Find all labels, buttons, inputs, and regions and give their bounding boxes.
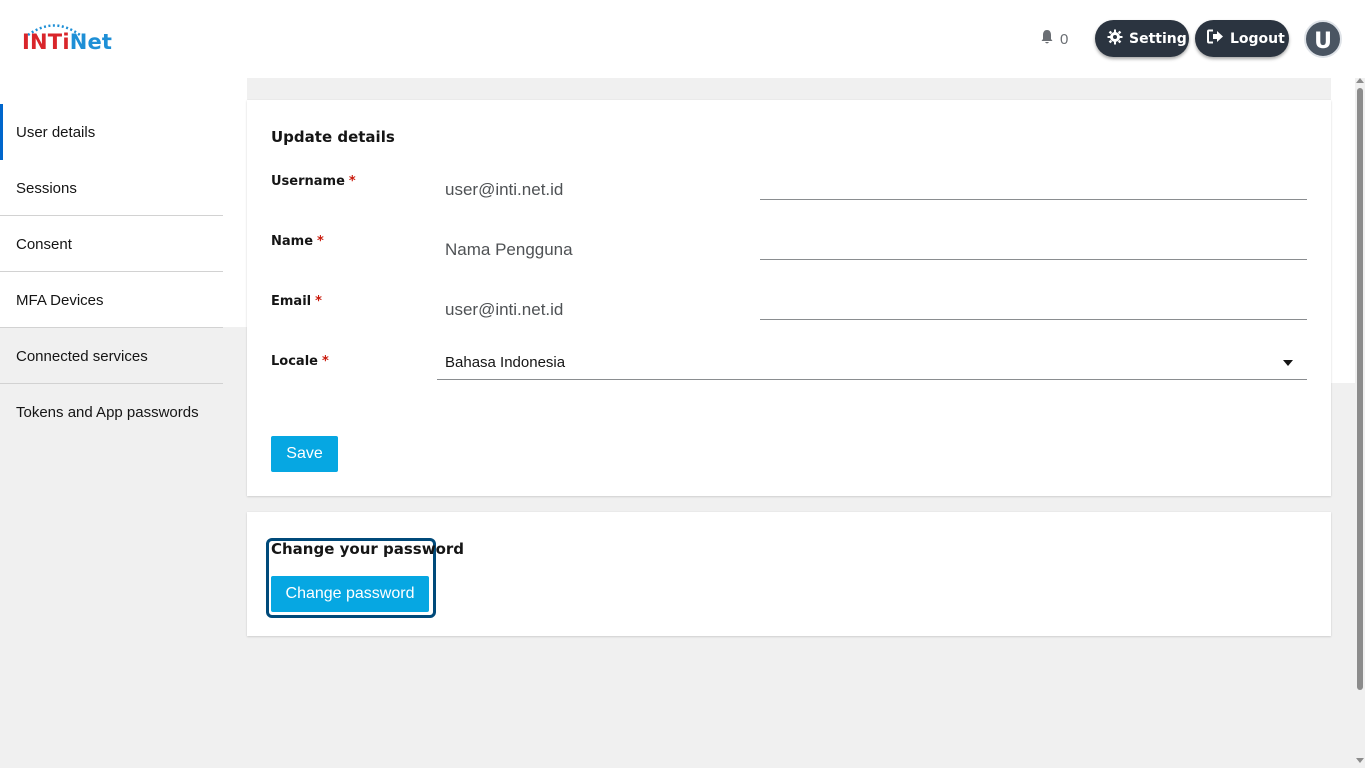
locale-label: Locale * xyxy=(271,354,329,369)
username-label: Username * xyxy=(271,174,356,189)
required-asterisk: * xyxy=(321,354,329,369)
notifications[interactable]: 0 xyxy=(1040,29,1068,49)
sidebar-item-mfa-devices[interactable]: MFA Devices xyxy=(0,272,223,328)
sidebar-item-label: Consent xyxy=(16,235,72,253)
required-asterisk: * xyxy=(348,174,356,189)
notification-count: 0 xyxy=(1060,30,1069,48)
bell-icon xyxy=(1040,29,1054,49)
setting-button[interactable]: Setting xyxy=(1095,20,1189,57)
name-label: Name * xyxy=(271,234,324,249)
scrollbar-thumb[interactable] xyxy=(1357,88,1363,690)
email-label: Email * xyxy=(271,294,322,309)
scroll-up-arrow-icon[interactable] xyxy=(1356,78,1364,83)
caret-down-icon xyxy=(1283,360,1293,366)
change-password-title: Change your password xyxy=(271,540,465,558)
sidebar-item-label: MFA Devices xyxy=(16,291,104,309)
user-avatar[interactable]: U xyxy=(1304,20,1342,58)
sidebar-item-consent[interactable]: Consent xyxy=(0,216,223,272)
sign-out-icon xyxy=(1207,29,1224,48)
email-field[interactable]: user@inti.net.id xyxy=(445,300,563,320)
email-label-text: Email xyxy=(271,294,312,309)
gear-icon xyxy=(1107,29,1123,49)
locale-selected-value: Bahasa Indonesia xyxy=(445,354,566,371)
sidebar-item-sessions[interactable]: Sessions xyxy=(0,160,223,216)
logout-button[interactable]: Logout xyxy=(1195,20,1289,57)
change-password-card: Change your password Change password xyxy=(247,512,1331,636)
username-field[interactable]: user@inti.net.id xyxy=(445,180,563,200)
sidebar-item-label: Sessions xyxy=(16,179,77,197)
locale-label-text: Locale xyxy=(271,354,318,369)
name-underline xyxy=(760,259,1307,260)
name-field[interactable]: Nama Pengguna xyxy=(445,240,573,260)
update-details-card: Update details Username * user@inti.net.i… xyxy=(247,100,1331,496)
scroll-down-arrow-icon[interactable] xyxy=(1356,758,1364,763)
change-password-button[interactable]: Change password xyxy=(271,576,429,612)
sidebar-item-label: User details xyxy=(16,123,96,141)
top-header: INTiNet 0 Setting Logout U xyxy=(0,0,1365,78)
logo-text-inti: INTi xyxy=(22,30,70,54)
username-label-text: Username xyxy=(271,174,345,189)
username-underline xyxy=(760,199,1307,200)
sidebar-nav: User details Sessions Consent MFA Device… xyxy=(0,104,223,440)
setting-button-label: Setting xyxy=(1129,30,1187,47)
locale-select[interactable]: Bahasa Indonesia xyxy=(437,344,1307,380)
save-button[interactable]: Save xyxy=(271,436,338,472)
logo-text: INTiNet xyxy=(22,30,112,54)
logout-button-label: Logout xyxy=(1230,30,1285,47)
content-background-strip xyxy=(1331,78,1355,383)
required-asterisk: * xyxy=(315,294,322,309)
sidebar-item-label: Connected services xyxy=(16,347,148,365)
sidebar-item-label: Tokens and App passwords xyxy=(16,403,199,421)
email-underline xyxy=(760,319,1307,320)
sidebar-item-connected-services[interactable]: Connected services xyxy=(0,328,223,384)
sidebar-item-user-details[interactable]: User details xyxy=(0,104,223,160)
update-details-title: Update details xyxy=(271,128,395,146)
logo-text-net: Net xyxy=(69,30,113,54)
intinet-logo[interactable]: INTiNet xyxy=(22,22,122,62)
sidebar-item-tokens-app-passwords[interactable]: Tokens and App passwords xyxy=(0,384,223,440)
name-label-text: Name xyxy=(271,234,314,249)
required-asterisk: * xyxy=(317,234,324,249)
